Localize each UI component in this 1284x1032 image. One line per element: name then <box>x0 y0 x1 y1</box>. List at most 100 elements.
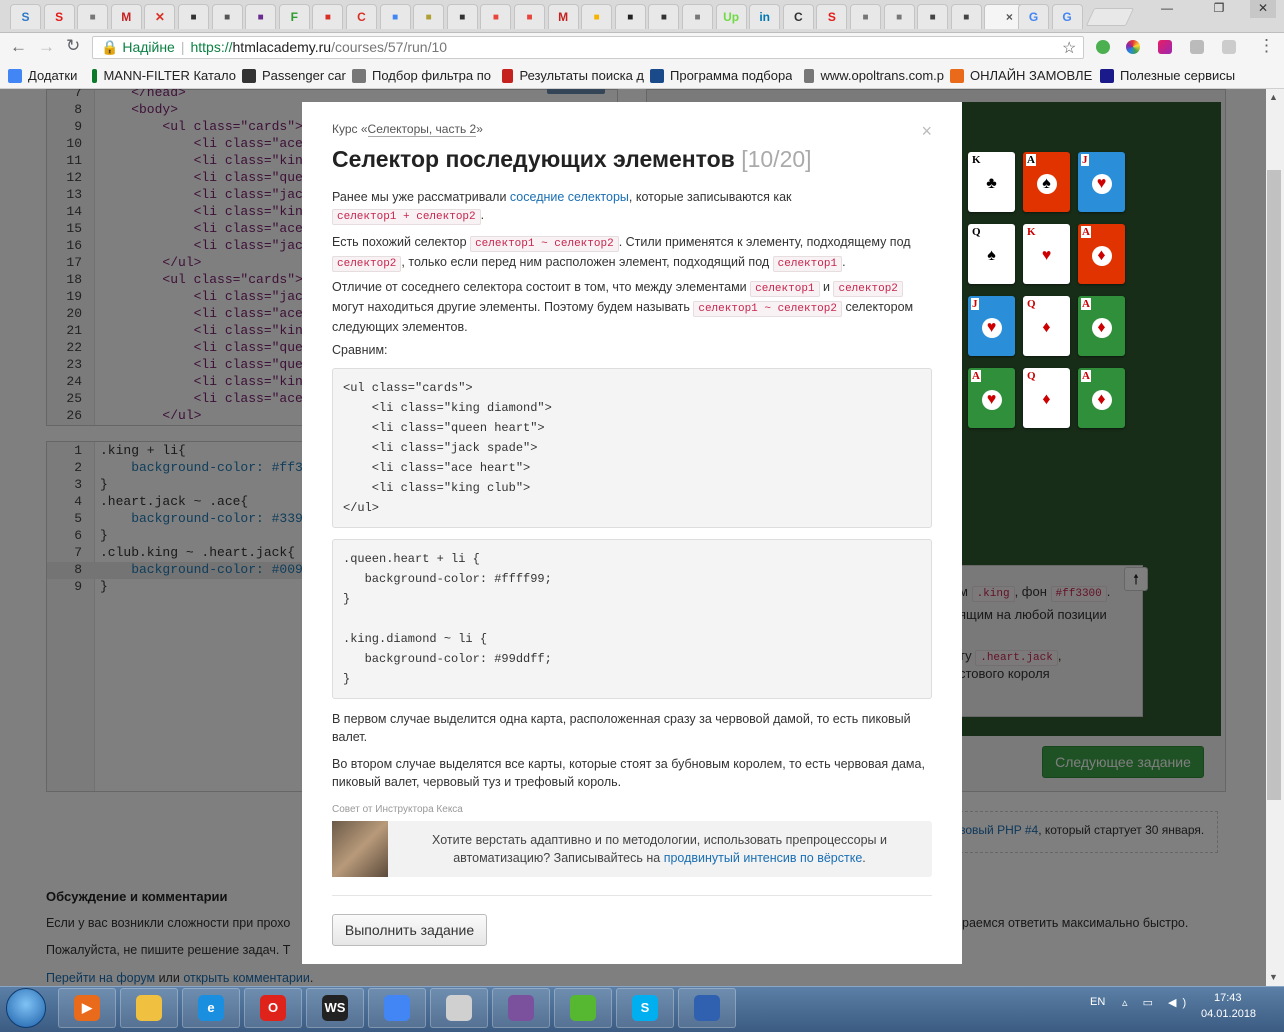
browser-tab[interactable]: S <box>10 4 41 29</box>
text: Есть похожий селектор <box>332 235 471 249</box>
reload-icon[interactable]: ↻ <box>66 36 80 56</box>
inline-code: селектор1 + селектор2 <box>332 209 481 225</box>
browser-tab[interactable]: ■ <box>648 4 680 29</box>
browser-tab[interactable]: ✕ <box>144 4 176 29</box>
close-icon[interactable]: × <box>921 121 932 142</box>
browser-tab[interactable]: ■ <box>950 4 982 29</box>
card-rank: Q <box>1026 298 1037 310</box>
taskbar-app[interactable] <box>430 988 488 1028</box>
scrollbar-thumb[interactable] <box>1267 170 1281 800</box>
bookmark-star-icon[interactable]: ☆ <box>1062 38 1076 58</box>
adjacent-selectors-link[interactable]: соседние селекторы <box>510 190 629 204</box>
browser-tab[interactable]: ■ <box>514 4 545 29</box>
htmlacademy-icon: ■ <box>459 11 466 23</box>
window-close-button[interactable]: ✕ <box>1250 0 1276 18</box>
taskbar-app[interactable] <box>368 988 426 1028</box>
extension-drive-icon[interactable] <box>1222 40 1236 54</box>
browser-tab[interactable]: ■ <box>614 4 646 29</box>
extension-pink-icon[interactable] <box>1158 40 1172 54</box>
taskbar-app[interactable] <box>492 988 550 1028</box>
taskbar-app[interactable] <box>678 988 736 1028</box>
browser-tab[interactable]: ■ <box>850 4 881 29</box>
extension-pdf-icon[interactable] <box>1190 40 1204 54</box>
browser-tab[interactable]: M <box>110 4 142 29</box>
browser-tab[interactable]: in <box>749 4 781 29</box>
browser-tab[interactable]: S <box>43 4 75 29</box>
browser-tab[interactable]: ■ <box>312 4 344 29</box>
bookmark-item[interactable]: Программа подбора <box>650 68 792 83</box>
run-task-button[interactable]: Выполнить задание <box>332 914 487 946</box>
taskbar-app[interactable] <box>554 988 612 1028</box>
taskbar-app[interactable]: WS <box>306 988 364 1028</box>
browser-tab[interactable]: ■ <box>413 4 445 29</box>
bookmark-item[interactable]: Полезные сервисы <box>1100 68 1235 83</box>
runner-icon: ■ <box>526 11 533 23</box>
browser-tab[interactable]: ■ <box>446 4 478 29</box>
text: . Стили применятся к элементу, подходяще… <box>618 235 911 249</box>
taskbar-app[interactable]: O <box>244 988 302 1028</box>
bookmark-item[interactable]: Подбор фильтра по <box>352 68 491 83</box>
forward-icon[interactable]: → <box>38 37 55 57</box>
browser-tab[interactable]: S <box>816 4 848 29</box>
inline-code: селектор1 <box>750 281 820 297</box>
card-rank: A <box>1081 370 1091 382</box>
browser-tab[interactable]: M <box>547 4 579 29</box>
browser-tab[interactable]: ■ <box>480 4 512 29</box>
card-suit-icon: ♥ <box>968 390 1015 410</box>
browser-tab[interactable]: F <box>278 4 310 29</box>
inline-code: селектор1 ~ селектор2 <box>470 236 619 252</box>
address-bar[interactable]: 🔒 Надійне | https://htmlacademy.ru/courses… <box>92 36 1084 59</box>
bookmark-item[interactable]: Passenger car <box>242 68 346 83</box>
browser-tab[interactable]: C <box>782 4 814 29</box>
browser-tab[interactable]: ■ <box>245 4 277 29</box>
tray-time[interactable]: 17:43 <box>1214 992 1242 1004</box>
menu-icon[interactable]: ⋮ <box>1258 36 1275 56</box>
card-suit-icon: ♠ <box>987 247 996 264</box>
back-icon[interactable]: ← <box>10 37 27 57</box>
text: могут находиться другие элементы. Поэтом… <box>332 300 694 314</box>
browser-tab[interactable]: Up <box>715 4 747 29</box>
taskbar-app[interactable]: S <box>616 988 674 1028</box>
tray-lang[interactable]: EN <box>1090 996 1105 1008</box>
browser-tab[interactable]: ■ <box>379 4 411 29</box>
scroll-up-icon[interactable]: ▲ <box>1269 92 1278 102</box>
browser-tab[interactable]: ■ <box>917 4 949 29</box>
browser-tab[interactable]: ■ <box>682 4 713 29</box>
restore-button[interactable]: ❐ <box>1206 0 1232 18</box>
extension-colorwheel-icon[interactable] <box>1126 40 1140 54</box>
extension-green-icon[interactable] <box>1096 40 1110 54</box>
minimize-button[interactable]: — <box>1154 0 1180 18</box>
scroll-down-icon[interactable]: ▼ <box>1269 972 1278 982</box>
terminal-icon: ■ <box>627 11 634 23</box>
bookmark-label: Подбор фильтра по <box>372 68 491 83</box>
apps-icon <box>8 68 22 83</box>
bookmark-item[interactable]: ОНЛАЙН ЗАМОВЛЕ <box>950 68 1092 83</box>
browser-tab[interactable]: G <box>1051 4 1083 29</box>
browser-tab[interactable]: ■ <box>178 4 209 29</box>
taskbar-app[interactable]: ▶ <box>58 988 116 1028</box>
start-button[interactable] <box>6 988 46 1028</box>
browser-tab[interactable]: C <box>346 4 377 29</box>
tray-icons[interactable]: ▵ ▭ ◀) <box>1122 996 1192 1009</box>
taskbar-app[interactable]: e <box>182 988 240 1028</box>
browser-tab[interactable]: ■ <box>77 4 109 29</box>
shield-icon: ■ <box>963 11 970 23</box>
bookmark-item[interactable]: Додатки <box>8 68 77 83</box>
bookmark-item[interactable]: MANN-FILTER Катало <box>92 68 236 83</box>
bookmark-item[interactable]: Результаты поиска д <box>502 68 644 83</box>
browser-tab[interactable]: G <box>1018 4 1049 29</box>
browser-tab[interactable]: ■ <box>883 4 915 29</box>
intensive-link[interactable]: продвинутый интенсив по вёрстке <box>664 851 863 865</box>
card-suit-icon: ♥ <box>968 318 1015 338</box>
browser-tab[interactable]: ■ <box>581 4 613 29</box>
thermometer-icon: ■ <box>324 11 331 23</box>
new-tab-button[interactable] <box>1085 8 1135 26</box>
breadcrumb: Курс «Селекторы, часть 2» <box>332 122 483 137</box>
tray-date[interactable]: 04.01.2018 <box>1201 1008 1256 1020</box>
explorer-icon <box>136 995 162 1021</box>
bookmark-item[interactable]: www.opoltrans.com.p <box>804 68 944 83</box>
taskbar-app[interactable] <box>120 988 178 1028</box>
shield-icon: ■ <box>929 11 936 23</box>
browser-tab[interactable]: ■ <box>211 4 243 29</box>
course-link[interactable]: Селекторы, часть 2 <box>367 122 477 137</box>
